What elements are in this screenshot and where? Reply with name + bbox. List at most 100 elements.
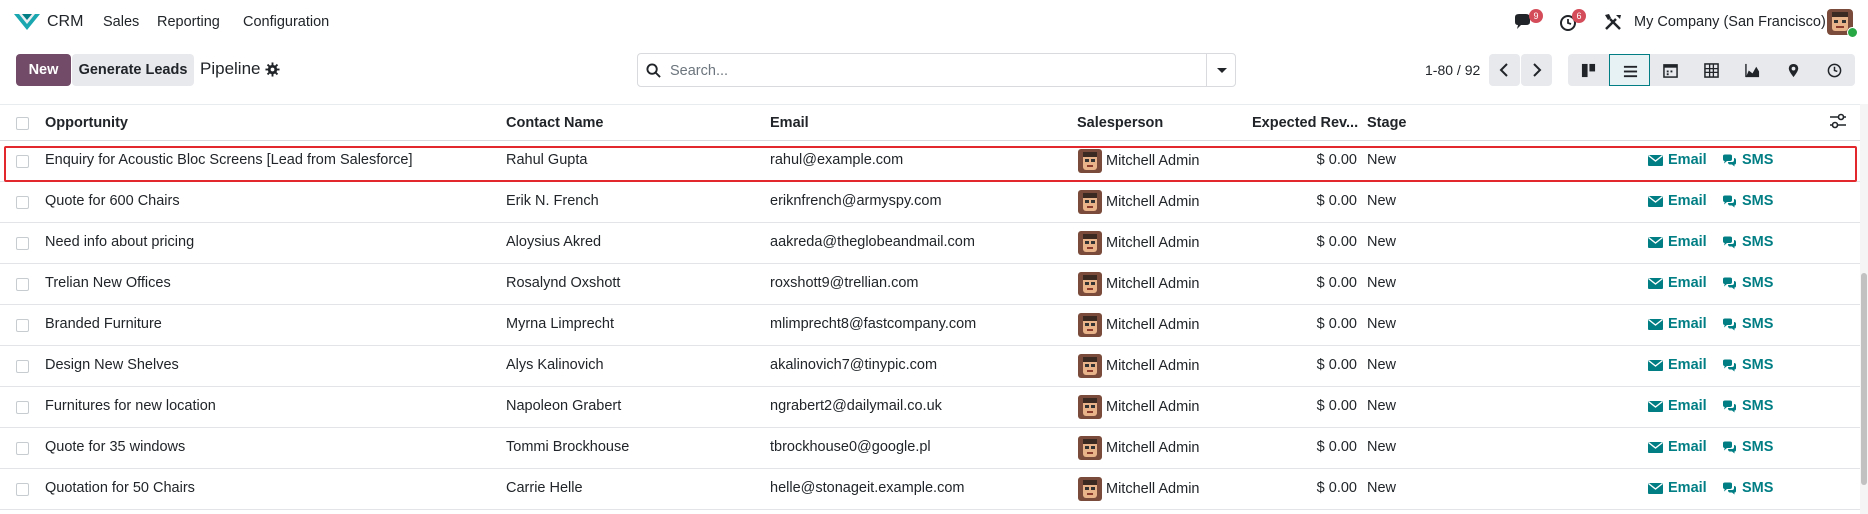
sms-action-button[interactable]: SMS [1722,234,1782,254]
email-value[interactable]: eriknfrench@armyspy.com [770,193,942,209]
salesperson-avatar[interactable] [1078,436,1102,460]
table-row[interactable]: Design New Shelves Alys Kalinovich akalino… [0,346,1868,387]
search-options-toggle[interactable] [1206,54,1235,86]
row-checkbox[interactable] [16,237,29,250]
column-opportunity[interactable]: Opportunity [45,115,128,131]
expected-revenue[interactable]: $ 0.00 [1237,193,1357,209]
table-row[interactable]: Quote for 600 Chairs Erik N. French eriknf… [0,182,1868,223]
email-value[interactable]: aakreda@theglobeandmail.com [770,234,975,250]
row-checkbox[interactable] [16,401,29,414]
row-checkbox[interactable] [16,442,29,455]
salesperson-name[interactable]: Mitchell Admin [1106,153,1199,169]
email-action-button[interactable]: Email [1648,152,1718,172]
column-email[interactable]: Email [770,115,809,131]
contact-name[interactable]: Alys Kalinovich [506,357,604,373]
stage-value[interactable]: New [1367,316,1396,332]
expected-revenue[interactable]: $ 0.00 [1237,234,1357,250]
stage-value[interactable]: New [1367,439,1396,455]
expected-revenue[interactable]: $ 0.00 [1237,316,1357,332]
salesperson-name[interactable]: Mitchell Admin [1106,276,1199,292]
pager-previous-button[interactable] [1489,54,1520,86]
email-action-button[interactable]: Email [1648,275,1718,295]
email-value[interactable]: helle@stonageit.example.com [770,480,964,496]
column-expected-revenue[interactable]: Expected Rev... [1252,115,1358,131]
view-map-button[interactable] [1773,54,1814,86]
sms-action-button[interactable]: SMS [1722,152,1782,172]
sms-action-button[interactable]: SMS [1722,398,1782,418]
table-row[interactable]: Trelian New Offices Rosalynd Oxshott roxsh… [0,264,1868,305]
salesperson-avatar[interactable] [1078,149,1102,173]
scrollbar-thumb[interactable] [1861,273,1867,485]
opportunity-name[interactable]: Enquiry for Acoustic Bloc Screens [Lead … [45,152,413,168]
generate-leads-button[interactable]: Generate Leads [72,54,194,86]
salesperson-avatar[interactable] [1078,313,1102,337]
row-checkbox[interactable] [16,360,29,373]
app-name[interactable]: CRM [47,13,83,31]
salesperson-avatar[interactable] [1078,395,1102,419]
select-all-checkbox[interactable] [16,117,29,130]
salesperson-name[interactable]: Mitchell Admin [1106,481,1199,497]
menu-sales[interactable]: Sales [103,14,139,30]
view-list-button[interactable] [1609,54,1650,86]
stage-value[interactable]: New [1367,152,1396,168]
salesperson-name[interactable]: Mitchell Admin [1106,194,1199,210]
salesperson-avatar[interactable] [1078,272,1102,296]
email-value[interactable]: rahul@example.com [770,152,903,168]
contact-name[interactable]: Carrie Helle [506,480,583,496]
sms-action-button[interactable]: SMS [1722,439,1782,459]
column-salesperson[interactable]: Salesperson [1077,115,1163,131]
menu-configuration[interactable]: Configuration [243,14,329,30]
row-checkbox[interactable] [16,483,29,496]
salesperson-name[interactable]: Mitchell Admin [1106,235,1199,251]
stage-value[interactable]: New [1367,480,1396,496]
view-graph-button[interactable] [1732,54,1773,86]
expected-revenue[interactable]: $ 0.00 [1237,275,1357,291]
email-value[interactable]: mlimprecht8@fastcompany.com [770,316,976,332]
contact-name[interactable]: Rahul Gupta [506,152,587,168]
sms-action-button[interactable]: SMS [1722,275,1782,295]
email-value[interactable]: akalinovich7@tinypic.com [770,357,937,373]
contact-name[interactable]: Erik N. French [506,193,599,209]
company-switcher[interactable]: My Company (San Francisco) [1634,14,1826,30]
opportunity-name[interactable]: Branded Furniture [45,316,162,332]
stage-value[interactable]: New [1367,234,1396,250]
opportunity-name[interactable]: Furnitures for new location [45,398,216,414]
expected-revenue[interactable]: $ 0.00 [1237,357,1357,373]
contact-name[interactable]: Tommi Brockhouse [506,439,629,455]
salesperson-name[interactable]: Mitchell Admin [1106,317,1199,333]
stage-value[interactable]: New [1367,275,1396,291]
row-checkbox[interactable] [16,278,29,291]
salesperson-name[interactable]: Mitchell Admin [1106,440,1199,456]
salesperson-name[interactable]: Mitchell Admin [1106,358,1199,374]
row-checkbox[interactable] [16,155,29,168]
stage-value[interactable]: New [1367,357,1396,373]
email-action-button[interactable]: Email [1648,439,1718,459]
table-row[interactable]: Branded Furniture Myrna Limprecht mlimprec… [0,305,1868,346]
expected-revenue[interactable]: $ 0.00 [1237,439,1357,455]
opportunity-name[interactable]: Quote for 35 windows [45,439,185,455]
opportunity-name[interactable]: Quotation for 50 Chairs [45,480,195,496]
email-value[interactable]: roxshott9@trellian.com [770,275,919,291]
stage-value[interactable]: New [1367,193,1396,209]
contact-name[interactable]: Myrna Limprecht [506,316,614,332]
crm-logo-icon[interactable] [14,12,40,32]
email-value[interactable]: ngrabert2@dailymail.co.uk [770,398,942,414]
table-row[interactable]: Need info about pricing Aloysius Akred aak… [0,223,1868,264]
table-row[interactable]: Quotation for 50 Chairs Carrie Helle helle… [0,469,1868,510]
contact-name[interactable]: Napoleon Grabert [506,398,621,414]
tools-icon[interactable] [1602,11,1624,33]
view-kanban-button[interactable] [1568,54,1609,86]
row-checkbox[interactable] [16,319,29,332]
email-action-button[interactable]: Email [1648,316,1718,336]
opportunity-name[interactable]: Trelian New Offices [45,275,171,291]
new-button[interactable]: New [16,54,71,86]
opportunity-name[interactable]: Design New Shelves [45,357,179,373]
table-row[interactable]: Enquiry for Acoustic Bloc Screens [Lead … [0,141,1868,182]
opportunity-name[interactable]: Quote for 600 Chairs [45,193,180,209]
email-action-button[interactable]: Email [1648,398,1718,418]
email-action-button[interactable]: Email [1648,193,1718,213]
column-contact-name[interactable]: Contact Name [506,115,604,131]
search-input[interactable] [668,60,1172,82]
opportunity-name[interactable]: Need info about pricing [45,234,194,250]
sms-action-button[interactable]: SMS [1722,480,1782,500]
